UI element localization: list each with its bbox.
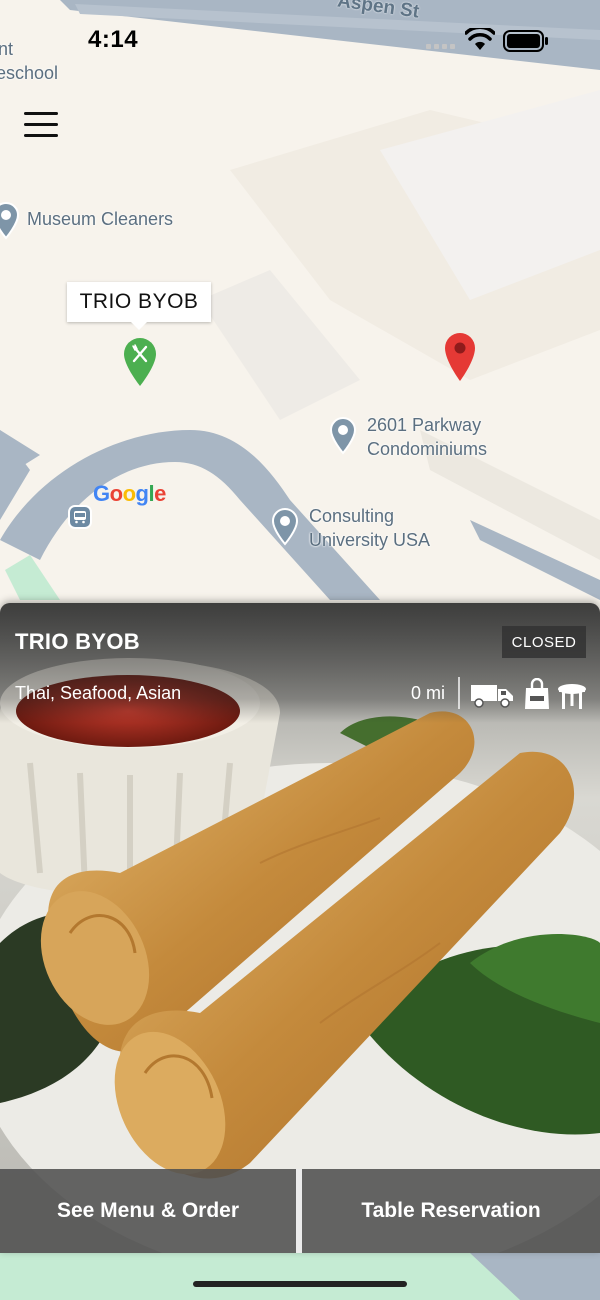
battery-icon xyxy=(503,30,548,52)
status-bar: 4:14 xyxy=(0,0,600,80)
poi-label-consulting-university[interactable]: University USA xyxy=(309,529,430,552)
cuisine-types: Thai, Seafood, Asian xyxy=(15,683,182,703)
takeout-bag-icon xyxy=(525,678,549,709)
divider xyxy=(458,677,460,709)
restaurant-map-callout[interactable]: TRIO BYOB xyxy=(67,282,211,330)
home-indicator[interactable] xyxy=(193,1281,407,1287)
restaurant-name: TRIO BYOB xyxy=(15,629,140,654)
clock-time: 4:14 xyxy=(88,26,139,53)
wifi-icon xyxy=(465,28,495,50)
poi-marker-icon[interactable] xyxy=(0,200,22,240)
table-reservation-button[interactable]: Table Reservation xyxy=(302,1169,600,1253)
bus-stop-icon[interactable] xyxy=(68,505,92,529)
restaurant-pin-icon[interactable] xyxy=(122,336,158,388)
poi-marker-icon[interactable] xyxy=(269,506,301,546)
location-pin-icon[interactable] xyxy=(443,331,477,383)
poi-label-museum-cleaners[interactable]: Museum Cleaners xyxy=(27,208,173,231)
poi-label-consulting-university[interactable]: Consulting xyxy=(309,505,394,528)
hamburger-icon xyxy=(24,112,58,115)
see-menu-order-button[interactable]: See Menu & Order xyxy=(0,1169,296,1253)
delivery-truck-icon xyxy=(471,685,513,708)
restaurant-card[interactable]: TRIO BYOB CLOSED Thai, Seafood, Asian 0 … xyxy=(0,603,600,1253)
menu-button[interactable] xyxy=(24,112,58,142)
poi-label-parkway-condominiums[interactable]: Condominiums xyxy=(367,438,487,461)
cellular-signal-icon xyxy=(426,44,455,49)
map-edge-label: nt xyxy=(0,39,14,59)
poi-label-parkway-condominiums[interactable]: 2601 Parkway xyxy=(367,414,481,437)
dine-in-table-icon xyxy=(558,684,586,709)
map-edge-label: eschool xyxy=(0,63,59,83)
google-logo: Google xyxy=(93,481,166,506)
distance-label: 0 mi xyxy=(411,683,446,703)
open-status-badge: CLOSED xyxy=(502,626,586,658)
poi-marker-icon[interactable] xyxy=(327,415,359,455)
